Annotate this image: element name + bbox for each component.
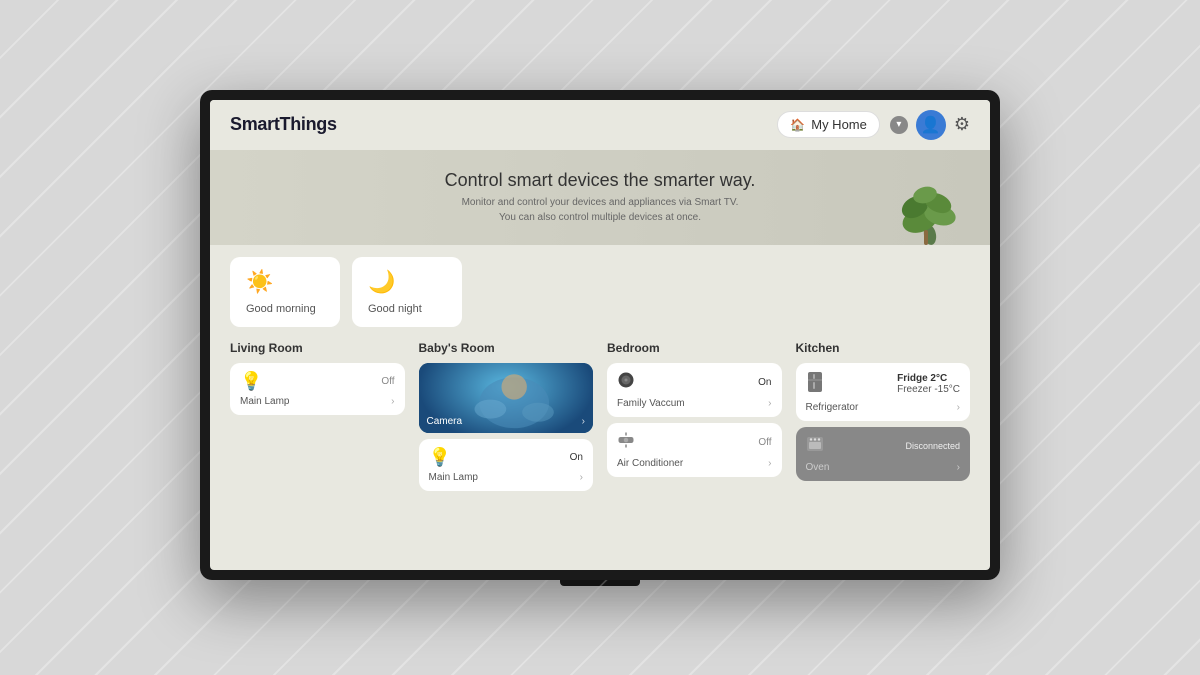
fridge-temp-main: Fridge 2°C — [897, 373, 960, 384]
avatar-icon: 👤 — [921, 115, 941, 135]
ac-name: Air Conditioner — [617, 458, 683, 469]
oven-name: Oven — [806, 462, 830, 473]
device-card-vacuum[interactable]: On Family Vaccum › — [607, 363, 782, 417]
living-room-devices: 💡 Off Main Lamp › — [230, 363, 405, 415]
fridge-chevron: › — [957, 402, 960, 413]
fridge-icon — [806, 371, 824, 398]
lamp-name: Main Lamp — [240, 396, 289, 407]
fridge-name: Refrigerator — [806, 402, 859, 413]
baby-lamp-name: Main Lamp — [429, 472, 478, 483]
camera-card[interactable]: Camera › — [419, 363, 594, 433]
fridge-temp-secondary: Freezer -15°C — [897, 384, 960, 395]
avatar[interactable]: 👤 — [916, 110, 946, 140]
dropdown-button[interactable] — [890, 116, 908, 134]
room-babys-room: Baby's Room — [419, 341, 594, 491]
night-label: Good night — [368, 303, 446, 315]
time-cards-row: ☀️ Good morning 🌙 Good night — [230, 257, 970, 327]
lamp-status: Off — [381, 376, 394, 387]
device-card-main-lamp-baby[interactable]: 💡 On Main Lamp › — [419, 439, 594, 491]
morning-label: Good morning — [246, 303, 324, 315]
vacuum-icon — [617, 371, 635, 394]
tv-outer: SmartThings 🏠 My Home 👤 ⚙ Control smart … — [200, 90, 1000, 586]
vacuum-name: Family Vaccum — [617, 398, 685, 409]
ac-chevron: › — [768, 458, 771, 469]
vacuum-chevron: › — [768, 398, 771, 409]
device-card-oven[interactable]: Disconnected Oven › — [796, 427, 971, 481]
device-card-ac[interactable]: Off Air Conditioner › — [607, 423, 782, 477]
home-icon: 🏠 — [790, 118, 805, 132]
baby-lamp-chevron: › — [580, 472, 583, 483]
device-card-fridge[interactable]: Fridge 2°C Freezer -15°C Refrigerator › — [796, 363, 971, 421]
rooms-grid: Living Room 💡 Off Main Lamp › — [230, 341, 970, 491]
banner-subtitle: Monitor and control your devices and app… — [462, 195, 739, 225]
oven-icon — [806, 435, 824, 458]
night-icon: 🌙 — [368, 269, 446, 295]
app-logo: SmartThings — [230, 114, 337, 135]
fridge-temps: Fridge 2°C Freezer -15°C — [897, 373, 960, 395]
tv-frame: SmartThings 🏠 My Home 👤 ⚙ Control smart … — [200, 90, 1000, 580]
good-morning-card[interactable]: ☀️ Good morning — [230, 257, 340, 327]
oven-chevron: › — [957, 462, 960, 473]
plant-decoration — [870, 165, 970, 245]
home-selector[interactable]: 🏠 My Home — [777, 111, 880, 138]
room-kitchen: Kitchen Fridge 2°C Fre — [796, 341, 971, 491]
oven-disconnected-badge: Disconnected — [905, 441, 960, 451]
lamp-chevron: › — [391, 396, 394, 407]
bedroom-devices: On Family Vaccum › — [607, 363, 782, 477]
device-card-main-lamp-living[interactable]: 💡 Off Main Lamp › — [230, 363, 405, 415]
banner-title: Control smart devices the smarter way. — [445, 170, 756, 191]
tv-stand — [560, 580, 640, 586]
home-label: My Home — [811, 117, 867, 132]
settings-button[interactable]: ⚙ — [954, 114, 970, 135]
lamp-off-icon: 💡 — [240, 371, 262, 392]
lamp-on-icon: 💡 — [429, 447, 451, 468]
camera-label: Camera — [427, 416, 463, 427]
good-night-card[interactable]: 🌙 Good night — [352, 257, 462, 327]
bedroom-title: Bedroom — [607, 341, 782, 355]
kitchen-title: Kitchen — [796, 341, 971, 355]
morning-icon: ☀️ — [246, 269, 324, 295]
room-bedroom: Bedroom On — [607, 341, 782, 491]
babys-room-title: Baby's Room — [419, 341, 594, 355]
tv-screen: SmartThings 🏠 My Home 👤 ⚙ Control smart … — [210, 100, 990, 570]
babys-room-devices: Camera › 💡 On Ma — [419, 363, 594, 491]
lamp-on-status: On — [570, 452, 583, 463]
kitchen-devices: Fridge 2°C Freezer -15°C Refrigerator › — [796, 363, 971, 481]
ac-icon — [617, 431, 635, 454]
header-right: 🏠 My Home 👤 ⚙ — [777, 110, 970, 140]
banner: Control smart devices the smarter way. M… — [210, 150, 990, 245]
camera-chevron-icon: › — [582, 416, 585, 427]
app-header: SmartThings 🏠 My Home 👤 ⚙ — [210, 100, 990, 150]
ac-status: Off — [758, 437, 771, 448]
living-room-title: Living Room — [230, 341, 405, 355]
vacuum-status: On — [758, 377, 771, 388]
room-living-room: Living Room 💡 Off Main Lamp › — [230, 341, 405, 491]
main-content: ☀️ Good morning 🌙 Good night Living Room — [210, 245, 990, 570]
